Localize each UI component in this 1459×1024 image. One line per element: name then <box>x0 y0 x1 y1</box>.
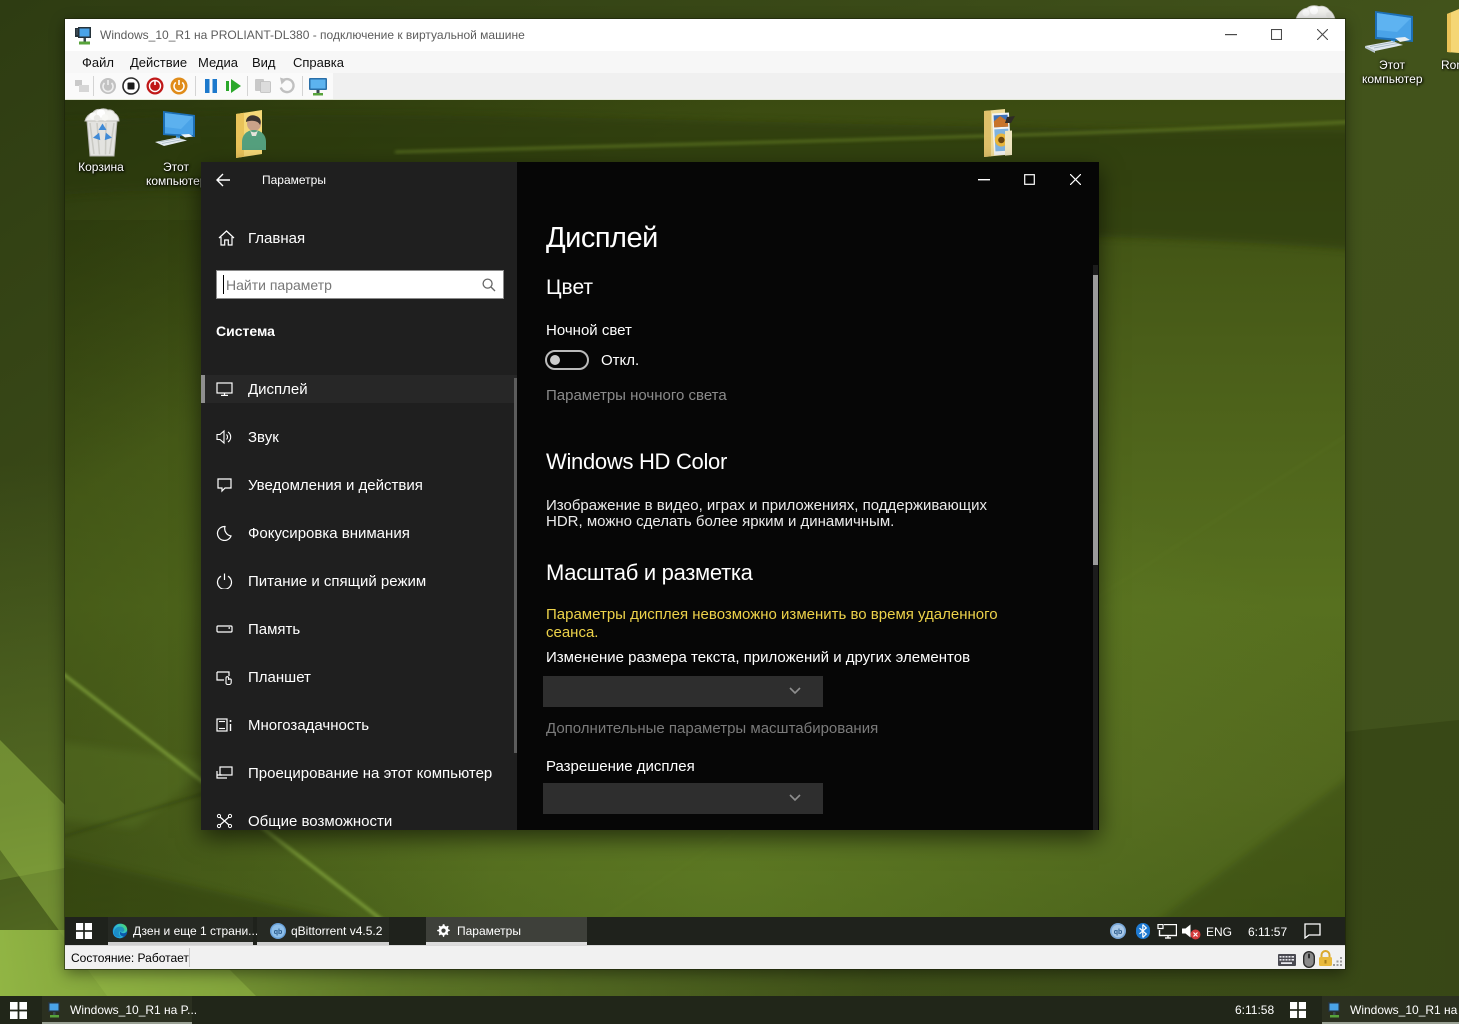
svg-text:qb: qb <box>1114 929 1123 936</box>
svg-text:qb: qb <box>274 929 283 936</box>
